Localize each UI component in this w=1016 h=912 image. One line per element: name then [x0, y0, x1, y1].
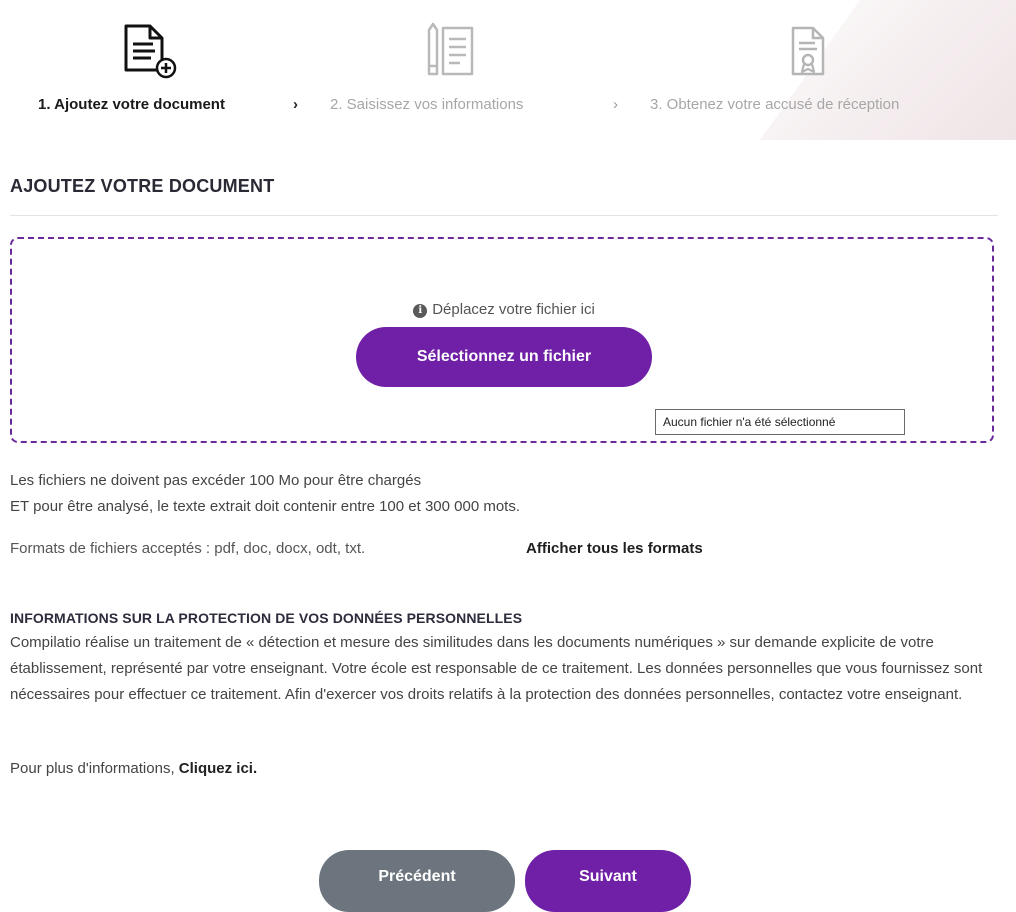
step-2-label: 2. Saisissez vos informations — [330, 96, 524, 113]
formats-row: Formats de fichiers acceptés : pdf, doc,… — [10, 540, 1000, 566]
step-1-label: 1. Ajoutez votre document — [38, 96, 225, 113]
show-all-formats-link[interactable]: Afficher tous les formats — [526, 540, 703, 557]
privacy-title: INFORMATIONS SUR LA PROTECTION DE VOS DO… — [10, 610, 523, 626]
step-3-label: 3. Obtenez votre accusé de réception — [650, 96, 900, 113]
file-dropzone[interactable]: i Déplacez votre fichier ici Sélectionnez… — [10, 237, 994, 443]
file-limits: Les fichiers ne doivent pas excéder 100 … — [10, 468, 520, 520]
privacy-text: Compilatio réalise un traitement de « dé… — [10, 634, 983, 703]
chevron-right-icon: › — [293, 96, 298, 113]
drop-hint-text: Déplacez votre fichier ici — [432, 301, 595, 318]
steps-labels: 1. Ajoutez votre document › 2. Saisissez… — [0, 96, 1016, 118]
document-add-icon — [120, 22, 182, 84]
more-info-text: Pour plus d'informations, — [10, 760, 175, 777]
section-divider — [10, 215, 998, 216]
select-file-button[interactable]: Sélectionnez un fichier — [356, 327, 652, 387]
previous-button[interactable]: Précédent — [319, 850, 515, 912]
progress-stepper: 1. Ajoutez votre document › 2. Saisissez… — [0, 0, 1016, 140]
word-limit-text: ET pour être analysé, le texte extrait d… — [10, 498, 521, 515]
chevron-right-icon: › — [613, 96, 618, 113]
file-status-tooltip: Aucun fichier n'a été sélectionné — [655, 409, 905, 435]
more-info: Pour plus d'informations, Cliquez ici. — [10, 760, 257, 777]
info-icon: i — [413, 304, 428, 318]
certificate-document-icon — [787, 22, 839, 84]
accepted-formats-text: Formats de fichiers acceptés : pdf, doc,… — [10, 540, 366, 557]
click-here-link[interactable]: Cliquez ici. — [179, 760, 257, 777]
section-title: AJOUTEZ VOTRE DOCUMENT — [10, 176, 275, 196]
pencil-document-icon — [424, 22, 486, 84]
next-button[interactable]: Suivant — [525, 850, 691, 912]
size-limit-text: Les fichiers ne doivent pas excéder 100 … — [10, 472, 422, 489]
drop-hint: i Déplacez votre fichier ici — [12, 301, 996, 318]
